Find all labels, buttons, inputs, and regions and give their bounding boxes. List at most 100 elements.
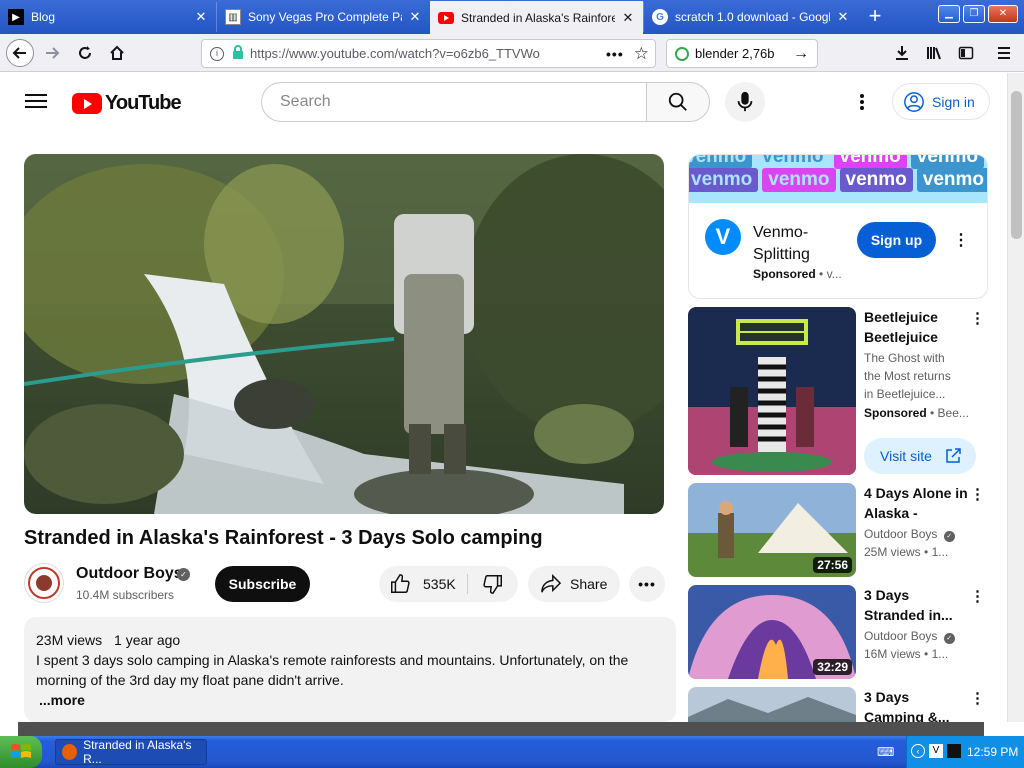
- related-title[interactable]: 3 Days Stranded in...: [864, 585, 972, 625]
- share-button[interactable]: Share: [528, 566, 620, 602]
- tab-google-scratch[interactable]: G scratch 1.0 download - Google S ✕: [643, 2, 858, 32]
- close-tab-icon[interactable]: ✕: [619, 10, 637, 26]
- bookmark-star-icon[interactable]: ☆: [634, 44, 649, 64]
- related-video-item[interactable]: 3 Days Camping &... ⋮: [688, 687, 988, 722]
- window-close-button[interactable]: ✕: [988, 5, 1018, 23]
- ad-sponsor-line: Sponsored • v...: [753, 267, 842, 281]
- guide-menu-button[interactable]: [24, 90, 48, 114]
- show-more-link[interactable]: ...more: [39, 692, 85, 708]
- channel-name[interactable]: Outdoor Boys: [76, 565, 183, 583]
- related-video-item[interactable]: 27:56 4 Days Alone in Alaska - Outdoor B…: [688, 483, 988, 577]
- item-menu-icon[interactable]: ⋮: [970, 689, 985, 707]
- visit-site-button[interactable]: Visit site: [864, 438, 976, 474]
- video-player[interactable]: [24, 154, 664, 514]
- ad-menu-icon[interactable]: ⋮: [951, 230, 971, 250]
- browser-tab-strip: ▶ Blog ✕ ▥ Sony Vegas Pro Complete Pack …: [0, 0, 1024, 34]
- page-scrollbar[interactable]: [1007, 73, 1024, 722]
- youtube-logo[interactable]: YouTube: [72, 92, 182, 115]
- taskbar-window-button[interactable]: Stranded in Alaska's R...: [55, 738, 207, 766]
- voice-search-button[interactable]: [725, 82, 765, 122]
- dislike-button[interactable]: [468, 566, 518, 602]
- venmo-banner-text: venmo: [762, 168, 836, 192]
- description-box[interactable]: 23M views 1 year ago I spent 3 days solo…: [24, 617, 676, 722]
- venmo-banner-text: venmo: [910, 155, 984, 169]
- item-menu-icon[interactable]: ⋮: [970, 485, 985, 503]
- download-icon: [896, 46, 908, 60]
- reload-button[interactable]: [71, 39, 99, 67]
- maximize-button[interactable]: ❐: [963, 5, 985, 23]
- minimize-button[interactable]: ▁: [938, 5, 960, 23]
- forward-arrow-icon: [46, 47, 60, 59]
- vertical-dots-icon: [860, 94, 864, 110]
- browser-search-box[interactable]: blender 2,76b →: [666, 39, 818, 68]
- video-frame-image: [24, 154, 664, 514]
- app-menu-button[interactable]: [990, 39, 1018, 67]
- ad-description-line: the Most returns: [864, 369, 951, 383]
- search-input[interactable]: [278, 92, 647, 112]
- tab-blog[interactable]: ▶ Blog ✕: [0, 2, 216, 32]
- video-thumbnail[interactable]: [688, 687, 856, 722]
- video-thumbnail[interactable]: 32:29: [688, 585, 856, 679]
- address-bar[interactable]: i https://www.youtube.com/watch?v=o6zb6_…: [201, 39, 656, 68]
- sign-in-button[interactable]: Sign in: [892, 83, 990, 120]
- tab-stranded-alaska[interactable]: Stranded in Alaska's Rainforest ✕: [430, 1, 643, 34]
- home-button[interactable]: [103, 39, 131, 67]
- close-tab-icon[interactable]: ✕: [834, 9, 852, 25]
- page-actions-icon[interactable]: •••: [606, 46, 624, 62]
- sponsored-ad-card[interactable]: venmo venmo venmo venmo venmo venmo venmo venm…: [688, 154, 988, 299]
- beetlejuice-thumbnail[interactable]: [688, 307, 856, 475]
- info-icon[interactable]: i: [210, 46, 224, 61]
- url-text[interactable]: https://www.youtube.com/watch?v=o6zb6_TT…: [250, 46, 606, 61]
- close-tab-icon[interactable]: ✕: [192, 9, 210, 25]
- sidebar-icon: [958, 46, 974, 60]
- tray-network-icon[interactable]: [947, 744, 961, 758]
- related-age: 1...: [931, 545, 949, 559]
- tray-expand-icon[interactable]: ‹: [911, 744, 925, 758]
- youtube-favicon-icon: [438, 10, 454, 26]
- ad-sponsor-line: Sponsored • Bee...: [864, 406, 969, 420]
- search-button[interactable]: [646, 82, 710, 122]
- ad-advertiser: Bee...: [937, 406, 969, 420]
- library-icon: [927, 47, 941, 60]
- channel-avatar[interactable]: [24, 563, 64, 603]
- related-channel-name: Outdoor Boys: [864, 629, 938, 643]
- clock[interactable]: 12:59 PM: [967, 745, 1018, 759]
- related-video-item[interactable]: 32:29 3 Days Stranded in... Outdoor Boys…: [688, 585, 988, 679]
- sidebar-button[interactable]: [952, 39, 980, 67]
- back-button[interactable]: [6, 39, 34, 67]
- youtube-search-box[interactable]: [261, 82, 647, 122]
- video-thumbnail[interactable]: 27:56: [688, 483, 856, 577]
- horizontal-scroll-strip: [18, 722, 984, 736]
- scrollbar-thumb[interactable]: [1011, 91, 1022, 239]
- start-button[interactable]: [0, 736, 42, 768]
- downloads-button[interactable]: [888, 39, 916, 67]
- close-tab-icon[interactable]: ✕: [406, 9, 424, 25]
- related-title[interactable]: 4 Days Alone in Alaska -: [864, 483, 972, 523]
- more-actions-button[interactable]: •••: [629, 566, 665, 602]
- browser-search-input[interactable]: blender 2,76b: [695, 46, 793, 61]
- lock-icon[interactable]: [232, 45, 244, 62]
- related-title[interactable]: 3 Days Camping &...: [864, 687, 972, 722]
- ad-sign-up-button[interactable]: Sign up: [857, 222, 936, 258]
- thumbs-up-icon: [391, 574, 410, 593]
- related-title[interactable]: Beetlejuice Beetlejuice: [864, 307, 972, 347]
- ad-title[interactable]: Venmo-Splitting: [753, 222, 843, 266]
- tab-sony-vegas[interactable]: ▥ Sony Vegas Pro Complete Pack ✕: [216, 2, 430, 32]
- visit-site-label: Visit site: [880, 448, 932, 464]
- tab-title: Sony Vegas Pro Complete Pack: [248, 10, 402, 24]
- item-menu-icon[interactable]: ⋮: [970, 587, 985, 605]
- like-button[interactable]: 535K: [379, 566, 467, 602]
- item-menu-icon[interactable]: ⋮: [970, 309, 985, 327]
- subscribe-button[interactable]: Subscribe: [215, 566, 310, 602]
- search-go-arrow-icon[interactable]: →: [793, 45, 809, 63]
- keyboard-icon[interactable]: ⌨: [877, 745, 894, 759]
- related-channel-name: Outdoor Boys: [864, 527, 938, 541]
- venmo-banner-image: venmo venmo venmo venmo venmo venmo venmo venm…: [689, 155, 987, 203]
- library-button[interactable]: [920, 39, 948, 67]
- tray-app-icon[interactable]: V: [929, 744, 943, 758]
- settings-more-button[interactable]: [850, 90, 874, 114]
- forward-button[interactable]: [38, 39, 66, 67]
- venmo-banner-text: venmo: [833, 155, 907, 169]
- new-tab-button[interactable]: +: [862, 4, 888, 30]
- external-link-icon: [946, 448, 961, 463]
